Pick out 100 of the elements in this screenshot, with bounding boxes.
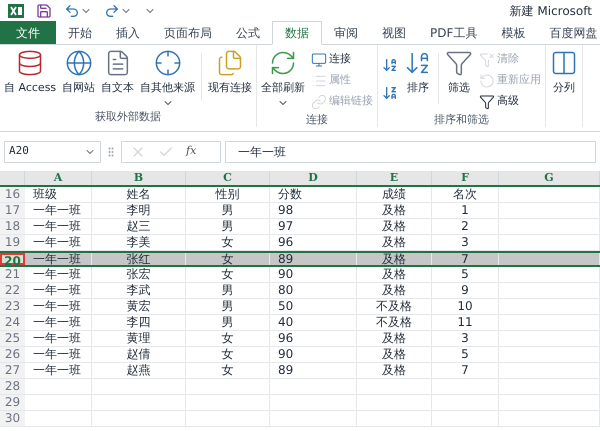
ribbon-button[interactable]: 连接 — [311, 49, 374, 70]
ribbon-button[interactable]: 自 Access — [2, 45, 58, 109]
row-header[interactable]: 17 — [0, 203, 25, 218]
table-cell: 男 — [222, 203, 234, 217]
table-cell: 女 — [222, 331, 234, 345]
table-cell: 90 — [278, 267, 294, 281]
column-header[interactable]: D — [270, 171, 357, 185]
ribbon-button[interactable]: 自其他来源 — [138, 45, 198, 109]
undo-icon[interactable] — [64, 3, 80, 19]
table-cell: 2 — [461, 219, 469, 233]
column-header[interactable]: C — [186, 171, 270, 185]
row-header[interactable]: 30 — [0, 411, 25, 426]
globe-icon — [64, 49, 93, 77]
group-label: 排序和筛选 — [433, 112, 490, 128]
save-icon[interactable] — [36, 3, 52, 19]
row-header[interactable]: 18 — [0, 219, 25, 234]
ribbon-button[interactable]: 现有连接 — [206, 45, 254, 109]
ribbon-tab[interactable]: 审阅 — [322, 21, 370, 44]
row-header[interactable]: 26 — [0, 347, 25, 362]
table-cell: 97 — [278, 219, 294, 233]
table-cell: 赵三 — [126, 219, 150, 233]
table-cell: 7 — [461, 363, 469, 377]
sort-ascending-icon[interactable] — [382, 56, 398, 72]
redo-icon[interactable] — [104, 3, 120, 19]
ribbon-tab[interactable]: 插入 — [104, 21, 152, 44]
ribbon-tab[interactable]: 公式 — [224, 21, 272, 44]
table-cell: 3 — [461, 331, 469, 345]
ribbon-tab[interactable]: 页面布局 — [152, 21, 224, 44]
table-cell: 女 — [222, 267, 234, 281]
table-cell: 96 — [278, 235, 294, 249]
table-cell: 男 — [222, 219, 234, 233]
table-cell: 分数 — [278, 187, 302, 201]
ribbon-button[interactable]: 分列 — [548, 45, 580, 127]
table-cell: 班级 — [33, 187, 57, 201]
table-cell: 女 — [222, 235, 234, 249]
table-cell: 一年一班 — [33, 315, 81, 329]
table-cell: 女 — [222, 347, 234, 361]
column-header[interactable]: F — [432, 171, 499, 185]
row-header[interactable]: 16 — [0, 187, 25, 202]
spreadsheet-logo-icon[interactable] — [8, 3, 24, 19]
documents-icon — [216, 49, 244, 77]
table-cell: 96 — [278, 331, 294, 345]
monitor-icon — [311, 52, 328, 68]
ribbon-button[interactable]: 自网站 — [60, 45, 98, 109]
table-cell: 一年一班 — [33, 267, 81, 281]
ribbon-tab[interactable]: 数据 — [272, 21, 322, 45]
table-cell: 张红 — [126, 252, 150, 266]
column-header[interactable]: A — [25, 171, 92, 185]
ribbon-tab[interactable]: 文件 — [0, 21, 56, 44]
table-cell: 成绩 — [382, 187, 406, 201]
ribbon-button[interactable]: 排序 — [402, 45, 434, 112]
table-cell: 10 — [457, 299, 473, 313]
ribbon-button[interactable]: 全部刷新 — [259, 45, 308, 112]
row-header[interactable]: 23 — [0, 299, 25, 314]
table-cell: 40 — [278, 315, 294, 329]
funnel-x-icon — [479, 52, 496, 68]
table-cell: 不及格 — [376, 315, 412, 329]
table-cell: 及格 — [382, 331, 406, 345]
row-header[interactable]: 29 — [0, 395, 25, 410]
column-header[interactable]: G — [499, 171, 600, 185]
table-cell: 及格 — [382, 347, 406, 361]
sort-descending-icon[interactable] — [382, 84, 398, 100]
row-header[interactable]: 24 — [0, 315, 25, 330]
columns-icon — [550, 49, 578, 77]
row-header[interactable]: 28 — [0, 379, 25, 394]
ribbon-button[interactable]: 筛选 — [443, 45, 476, 112]
table-cell: 名次 — [453, 187, 477, 201]
name-box[interactable]: A20 — [4, 140, 101, 162]
table-cell: 50 — [278, 299, 294, 313]
row-header[interactable]: 21 — [0, 267, 25, 282]
row-header[interactable]: 22 — [0, 283, 25, 298]
table-cell: 性别 — [216, 187, 240, 201]
table-cell: 及格 — [382, 363, 406, 377]
ribbon-tab[interactable]: 视图 — [370, 21, 418, 44]
ribbon-tab[interactable]: 百度网盘 — [537, 21, 600, 44]
ribbon-tab[interactable]: 模板 — [489, 21, 538, 44]
table-cell: 姓名 — [126, 187, 150, 201]
ribbon-tab[interactable]: 开始 — [56, 21, 104, 44]
column-header[interactable]: E — [357, 171, 432, 185]
column-header[interactable]: B — [92, 171, 186, 185]
ribbon-button[interactable]: 高级 — [479, 91, 542, 112]
table-cell: 5 — [461, 347, 469, 361]
reapply-icon — [479, 72, 496, 88]
ribbon-button[interactable]: 自文本 — [99, 45, 136, 109]
table-cell: 一年一班 — [33, 252, 81, 266]
table-cell: 张宏 — [126, 267, 150, 281]
ribbon-tab[interactable]: PDF工具 — [418, 21, 490, 44]
formula-input[interactable]: 一年一班 — [225, 140, 596, 162]
table-cell: 一年一班 — [33, 347, 81, 361]
row-header[interactable]: 19 — [0, 235, 25, 250]
table-cell: 及格 — [382, 267, 406, 281]
row-header[interactable]: 27 — [0, 363, 25, 378]
insert-function-button[interactable]: fx — [186, 143, 196, 160]
table-cell: 一年一班 — [33, 235, 81, 249]
table-cell: 80 — [278, 283, 294, 297]
table-cell: 90 — [278, 347, 294, 361]
row-header[interactable]: 25 — [0, 331, 25, 346]
table-cell: 男 — [222, 299, 234, 313]
table-cell: 李武 — [126, 283, 150, 297]
link-icon — [311, 94, 328, 110]
